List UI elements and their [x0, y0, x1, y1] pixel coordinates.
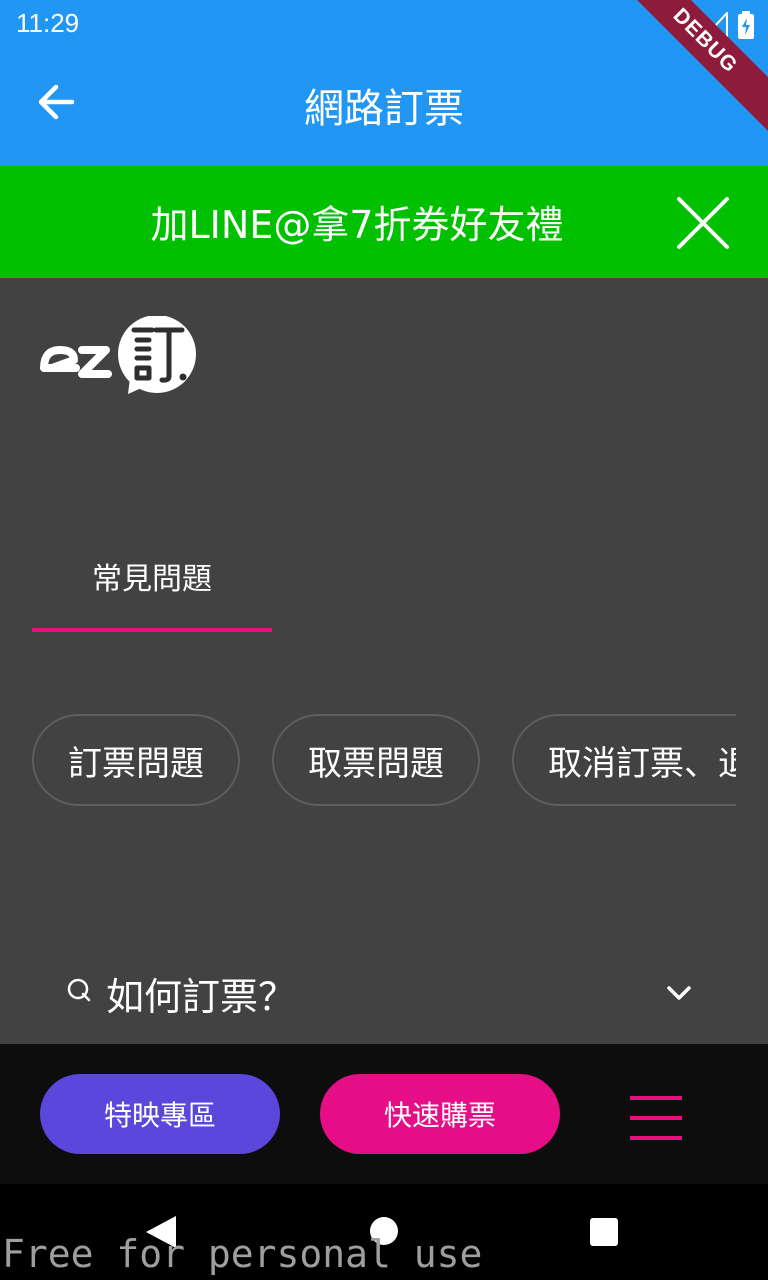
app-bar: 網路訂票 [0, 48, 768, 166]
chevron-down-icon[interactable] [664, 978, 694, 1008]
tab-indicator [32, 628, 272, 632]
battery-icon [738, 11, 754, 39]
close-icon[interactable] [676, 196, 730, 250]
chip-booking-questions[interactable]: 訂票問題 [32, 714, 240, 806]
status-time: 11:29 [16, 8, 80, 38]
premiere-button[interactable]: 特映專區 [40, 1074, 280, 1154]
line-promo-banner[interactable]: 加LINE@拿7折券好友禮 [0, 166, 768, 278]
page-title: 網路訂票 [304, 86, 464, 132]
promo-text: 加LINE@拿7折券好友禮 [150, 203, 564, 247]
chip-cancel-refund[interactable]: 取消訂票、退票 [512, 714, 736, 806]
nav-recents-icon[interactable] [589, 1217, 619, 1247]
faq-question-item[interactable]: 如何訂票？ [66, 962, 706, 1022]
bottom-action-bar: 特映專區 快速購票 [0, 1044, 768, 1184]
ezding-logo [40, 316, 196, 394]
tab-faq[interactable]: 常見問題 [32, 540, 272, 632]
faq-question-text: 如何訂票？ [106, 975, 297, 1019]
quick-buy-button[interactable]: 快速購票 [320, 1074, 560, 1154]
hamburger-icon[interactable] [630, 1096, 682, 1140]
chip-pickup-questions[interactable]: 取票問題 [272, 714, 480, 806]
tab-faq-label: 常見問題 [92, 562, 212, 597]
category-chip-list[interactable]: 訂票問題 取票問題 取消訂票、退票 [32, 714, 736, 812]
search-icon [67, 978, 91, 1002]
watermark: Free for personal use [2, 1232, 483, 1276]
